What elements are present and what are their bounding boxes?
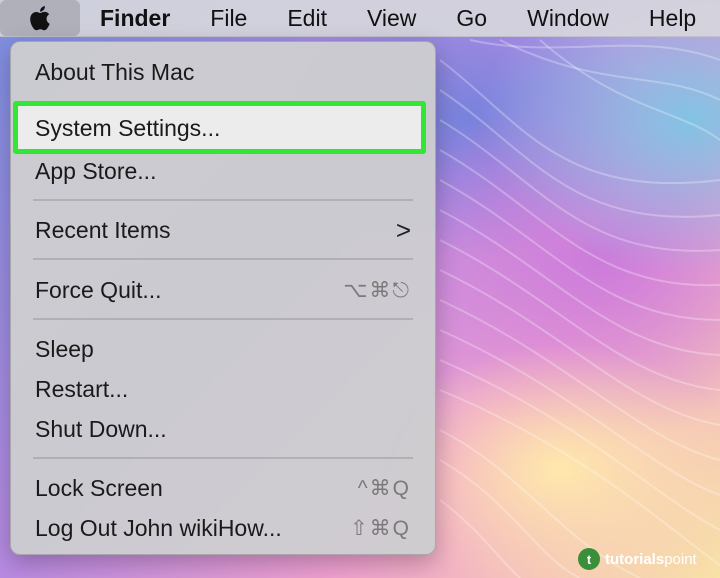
menu-item-about-this-mac[interactable]: About This Mac <box>35 54 411 90</box>
shortcut-label: ⌥⌘⎋ <box>343 278 411 302</box>
menu-finder[interactable]: Finder <box>80 0 190 36</box>
menu-item-app-store[interactable]: App Store... <box>35 153 411 189</box>
menu-item-restart[interactable]: Restart... <box>35 371 411 407</box>
apple-menu-button[interactable] <box>0 0 80 36</box>
menu-file[interactable]: File <box>190 0 267 36</box>
menu-item-lock-screen[interactable]: Lock Screen ^⌘Q <box>35 470 411 506</box>
menu-item-label: Restart... <box>35 375 129 402</box>
menu-item-label: App Store... <box>35 157 157 184</box>
menu-item-system-settings[interactable]: System Settings... <box>35 110 411 146</box>
menu-item-label: Force Quit... <box>35 276 162 303</box>
menu-separator <box>33 457 413 459</box>
watermark-brand-a: tutorials <box>605 550 665 568</box>
shortcut-label: ^⌘Q <box>357 476 411 500</box>
menu-item-recent-items[interactable]: Recent Items > <box>35 212 411 248</box>
menu-item-label: Sleep <box>35 335 94 362</box>
tutorialspoint-watermark: t tutorials point <box>578 545 697 573</box>
shortcut-label: ⇧⌘Q <box>350 516 411 540</box>
menu-help[interactable]: Help <box>629 0 716 36</box>
menu-separator <box>33 199 413 201</box>
menu-item-label: About This Mac <box>35 58 195 85</box>
menu-item-sleep[interactable]: Sleep <box>35 331 411 367</box>
menu-bar: Finder File Edit View Go Window Help <box>0 0 720 37</box>
chevron-right-icon: > <box>395 214 411 245</box>
menu-separator <box>33 258 413 260</box>
menu-item-label: System Settings... <box>35 114 221 141</box>
menu-view[interactable]: View <box>347 0 436 36</box>
menu-go[interactable]: Go <box>436 0 507 36</box>
menu-item-label: Log Out John wikiHow... <box>35 514 282 541</box>
menu-window[interactable]: Window <box>507 0 629 36</box>
menu-item-label: Recent Items <box>35 216 171 243</box>
menu-item-shut-down[interactable]: Shut Down... <box>35 411 411 447</box>
menu-item-log-out[interactable]: Log Out John wikiHow... ⇧⌘Q <box>35 510 411 546</box>
menu-edit[interactable]: Edit <box>267 0 347 36</box>
menu-item-label: Shut Down... <box>35 415 167 442</box>
menu-item-force-quit[interactable]: Force Quit... ⌥⌘⎋ <box>35 272 411 308</box>
tutorialspoint-logo-icon: t <box>578 548 600 570</box>
menu-separator <box>33 318 413 320</box>
apple-logo-icon <box>30 6 50 31</box>
menu-item-label: Lock Screen <box>35 474 163 501</box>
apple-dropdown-menu: About This Mac System Settings... App St… <box>10 41 436 555</box>
watermark-brand-b: point <box>664 550 697 568</box>
